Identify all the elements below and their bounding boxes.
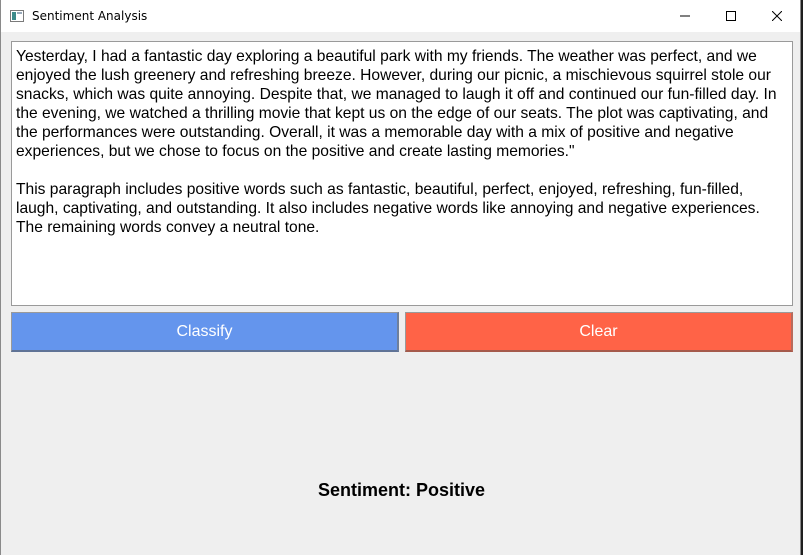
window-controls bbox=[662, 0, 800, 32]
minimize-button[interactable] bbox=[662, 0, 708, 32]
close-button[interactable] bbox=[754, 0, 800, 32]
close-icon bbox=[772, 11, 782, 21]
text-input-area[interactable]: Yesterday, I had a fantastic day explori… bbox=[11, 41, 793, 306]
classify-button[interactable]: Classify bbox=[11, 312, 399, 352]
minimize-icon bbox=[680, 15, 690, 17]
app-icon bbox=[10, 10, 24, 22]
title-bar[interactable]: Sentiment Analysis bbox=[1, 0, 800, 32]
app-window: Sentiment Analysis Yesterday, I had a fa… bbox=[0, 0, 801, 555]
maximize-icon bbox=[726, 11, 736, 21]
sentiment-result: Sentiment: Positive bbox=[317, 480, 486, 500]
maximize-button[interactable] bbox=[708, 0, 754, 32]
window-title: Sentiment Analysis bbox=[32, 9, 148, 23]
clear-button[interactable]: Clear bbox=[405, 312, 793, 352]
